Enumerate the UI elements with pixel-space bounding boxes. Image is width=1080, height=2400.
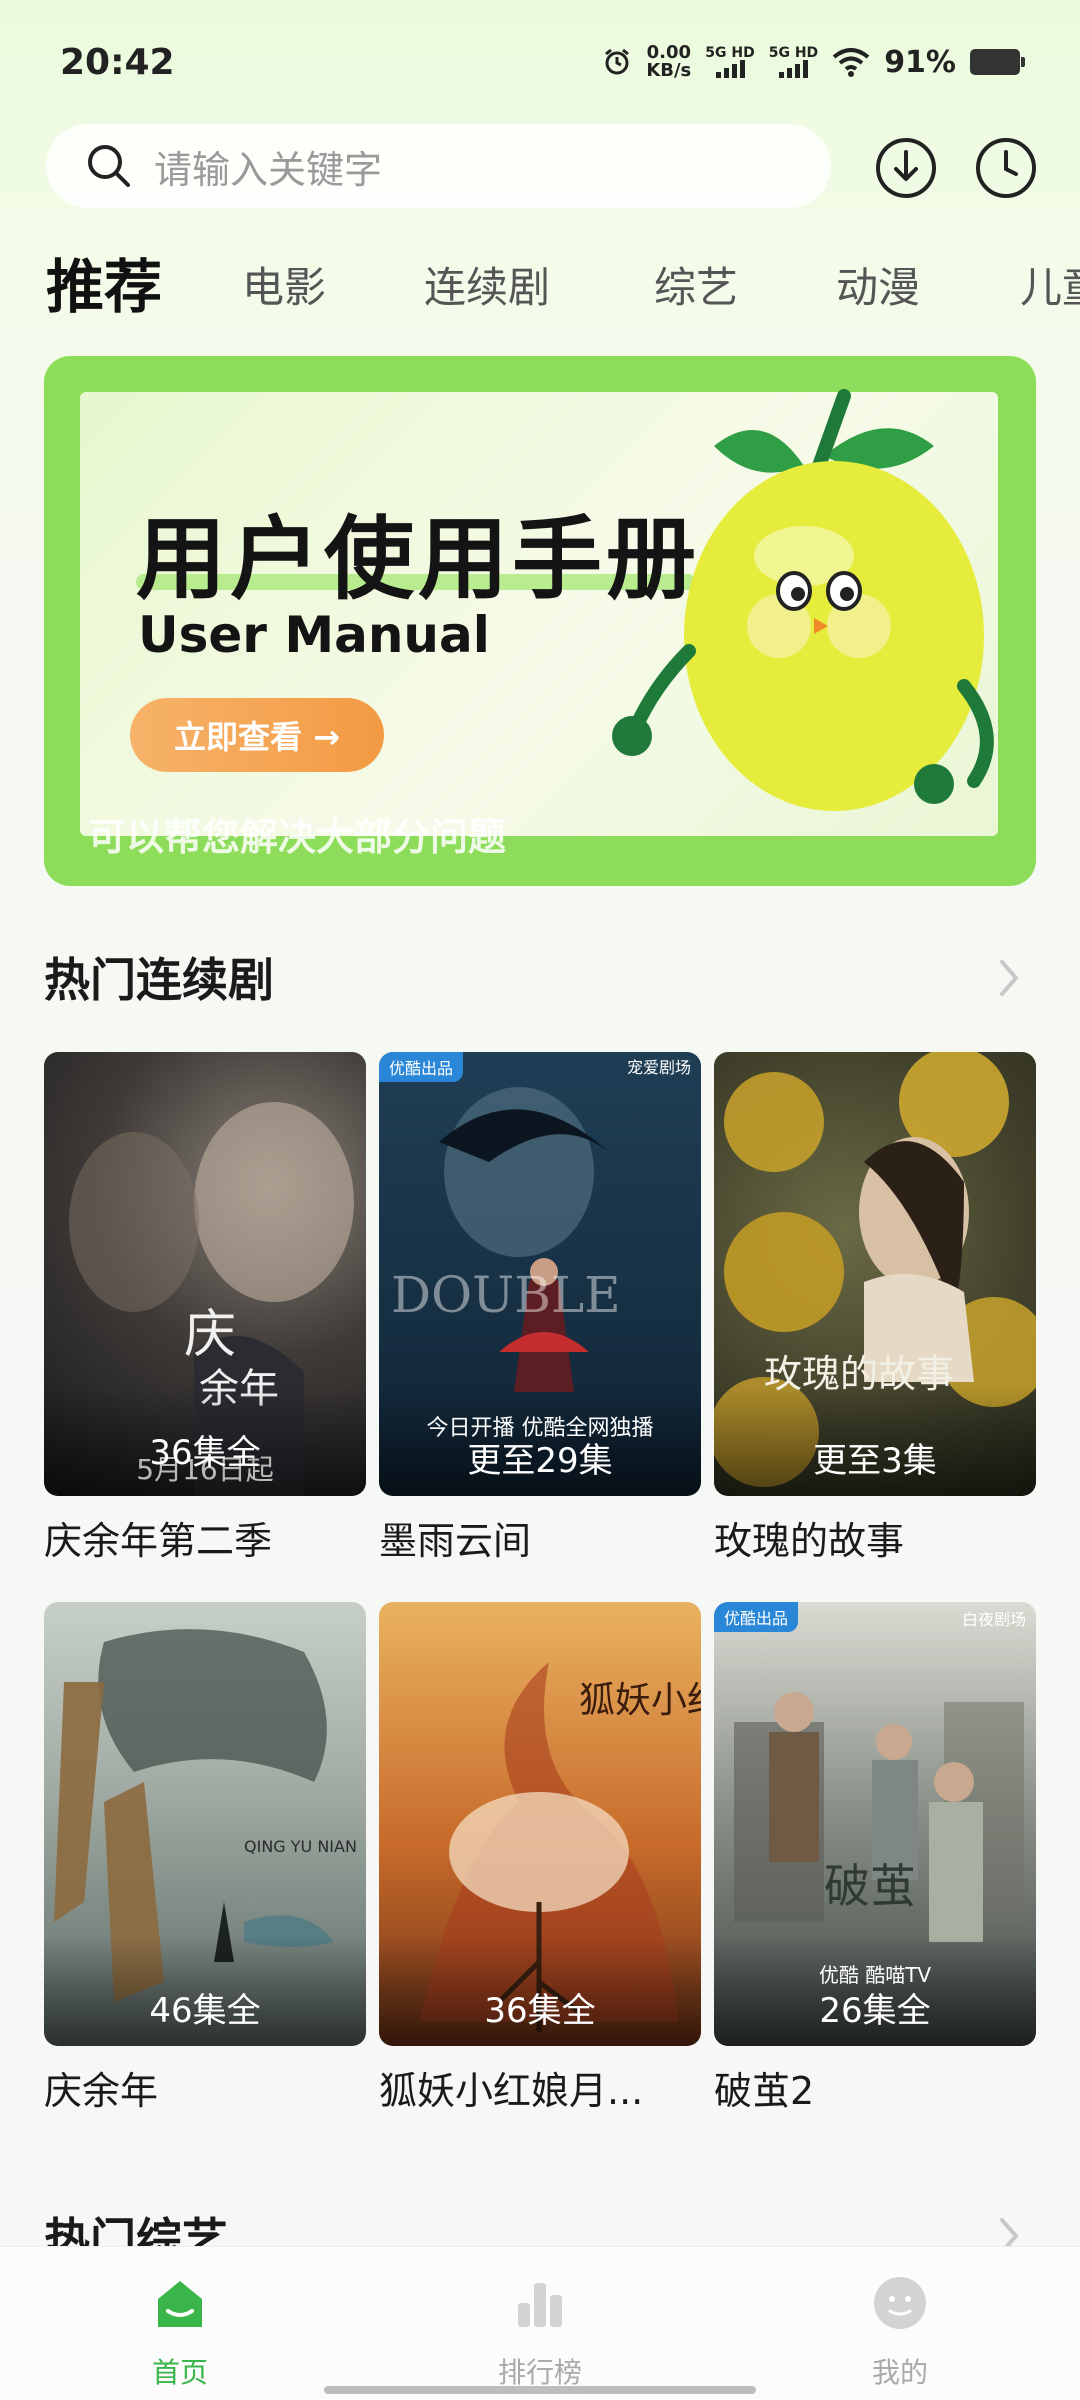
series-card[interactable]: QING YU NIAN 46集全 庆余年: [44, 1602, 366, 2115]
theater-tag: 宠爱剧场: [626, 1058, 691, 1077]
alarm-icon: [605, 48, 630, 75]
series-card[interactable]: 破茧 优酷出品 白夜剧场 优酷 酷喵TV 26集全 破茧2: [714, 1602, 1036, 2115]
card-title: 狐妖小红娘月...: [379, 2069, 644, 2113]
home-indicator[interactable]: [324, 2386, 756, 2394]
section-title-hot-series: 热门连续剧: [44, 953, 274, 1007]
battery-icon: [970, 49, 1025, 75]
series-card[interactable]: 玫瑰的故事 更至3集 玫瑰的故事: [714, 1052, 1036, 1565]
series-card[interactable]: 庆 余年 5月16日起 36集全 庆余年第二季: [44, 1052, 366, 1565]
view-now-button[interactable]: 立即查看 →: [130, 698, 384, 772]
poster-image: QING YU NIAN 46集全: [44, 1602, 366, 2046]
bottom-navigation: 首页 排行榜 我的: [0, 2246, 1080, 2400]
theater-tag: 白夜剧场: [961, 1610, 1026, 1629]
svg-text:QING YU NIAN: QING YU NIAN: [244, 1837, 357, 1856]
series-card[interactable]: DOUBLE 优酷出品 宠爱剧场 今日开播 优酷全网独播 更至29集 墨雨云间: [379, 1052, 701, 1565]
status-icons: 0.00 KB/s 5G HD 5G HD 91%: [602, 42, 1025, 81]
svg-text:庆: 庆: [184, 1305, 236, 1365]
episode-badge: 26集全: [819, 1991, 931, 2031]
tab-recommend[interactable]: 推荐: [46, 240, 162, 320]
sim2-signal: 5G HD: [769, 46, 818, 78]
lemon-mascot-icon: [612, 389, 994, 811]
download-icon[interactable]: [874, 136, 938, 200]
tab-anime[interactable]: 动漫: [836, 254, 920, 315]
tab-movie[interactable]: 电影: [242, 254, 326, 315]
status-time: 20:42: [60, 42, 175, 83]
sim1-signal: 5G HD: [705, 46, 755, 78]
search-input[interactable]: 请输入关键字: [46, 124, 831, 208]
profile-icon: [874, 2277, 926, 2329]
user-manual-banner[interactable]: 用户使用手册 User Manual 立即查看 → 可以帮您解决大部分问题: [44, 356, 1036, 886]
card-title: 庆余年第二季: [44, 1519, 273, 1563]
episode-badge: 更至3集: [813, 1441, 937, 1481]
episode-badge: 36集全: [149, 1433, 261, 1473]
poster-image: 庆 余年 5月16日起 36集全: [44, 1052, 366, 1496]
search-icon: [88, 145, 130, 187]
studio-tag: 优酷出品: [714, 1602, 799, 1632]
banner-subtitle: User Manual: [138, 606, 490, 664]
episode-badge: 更至29集: [467, 1441, 613, 1481]
svg-text:破茧: 破茧: [824, 1859, 916, 1913]
series-card[interactable]: 狐妖小红娘 36集全 狐妖小红娘月...: [379, 1602, 701, 2115]
search-placeholder: 请输入关键字: [154, 147, 383, 192]
card-title: 庆余年: [44, 2069, 159, 2113]
nav-home[interactable]: 首页: [100, 2273, 260, 2391]
tab-series[interactable]: 连续剧: [424, 254, 550, 315]
tab-kids[interactable]: 儿童: [1020, 254, 1080, 315]
history-icon[interactable]: [974, 136, 1038, 200]
poster-image: 玫瑰的故事 更至3集: [714, 1052, 1036, 1496]
net-speed: 0.00 KB/s: [646, 42, 692, 81]
episode-badge: 46集全: [149, 1991, 261, 2031]
studio-tag: 优酷出品: [379, 1052, 464, 1082]
home-icon: [158, 2281, 202, 2327]
card-title: 墨雨云间: [379, 1519, 532, 1563]
episode-badge: 36集全: [484, 1991, 596, 2031]
nav-profile[interactable]: 我的: [820, 2273, 980, 2391]
wifi-icon: [832, 48, 870, 77]
card-title: 玫瑰的故事: [714, 1519, 905, 1563]
nav-ranking[interactable]: 排行榜: [460, 2273, 620, 2391]
poster-image: 狐妖小红娘 36集全: [379, 1602, 701, 2046]
card-title: 破茧2: [714, 2069, 815, 2113]
battery-percent: 91%: [884, 44, 956, 80]
banner-caption: 可以帮您解决大部分问题: [88, 815, 507, 859]
tab-variety[interactable]: 综艺: [654, 254, 738, 315]
chevron-right-icon[interactable]: [994, 956, 1024, 1000]
status-bar: 20:42 0.00 KB/s 5G HD 5G HD 91%: [0, 0, 1080, 130]
svg-text:DOUBLE: DOUBLE: [391, 1266, 621, 1324]
poster-image: DOUBLE 优酷出品 宠爱剧场 今日开播 优酷全网独播 更至29集: [379, 1052, 701, 1496]
ranking-icon: [518, 2283, 562, 2327]
poster-image: 破茧 优酷出品 白夜剧场 优酷 酷喵TV 26集全: [714, 1602, 1036, 2046]
category-tabs: 推荐 电影 连续剧 综艺 动漫 儿童: [0, 240, 1080, 320]
svg-text:狐妖小红娘: 狐妖小红娘: [579, 1680, 701, 1721]
